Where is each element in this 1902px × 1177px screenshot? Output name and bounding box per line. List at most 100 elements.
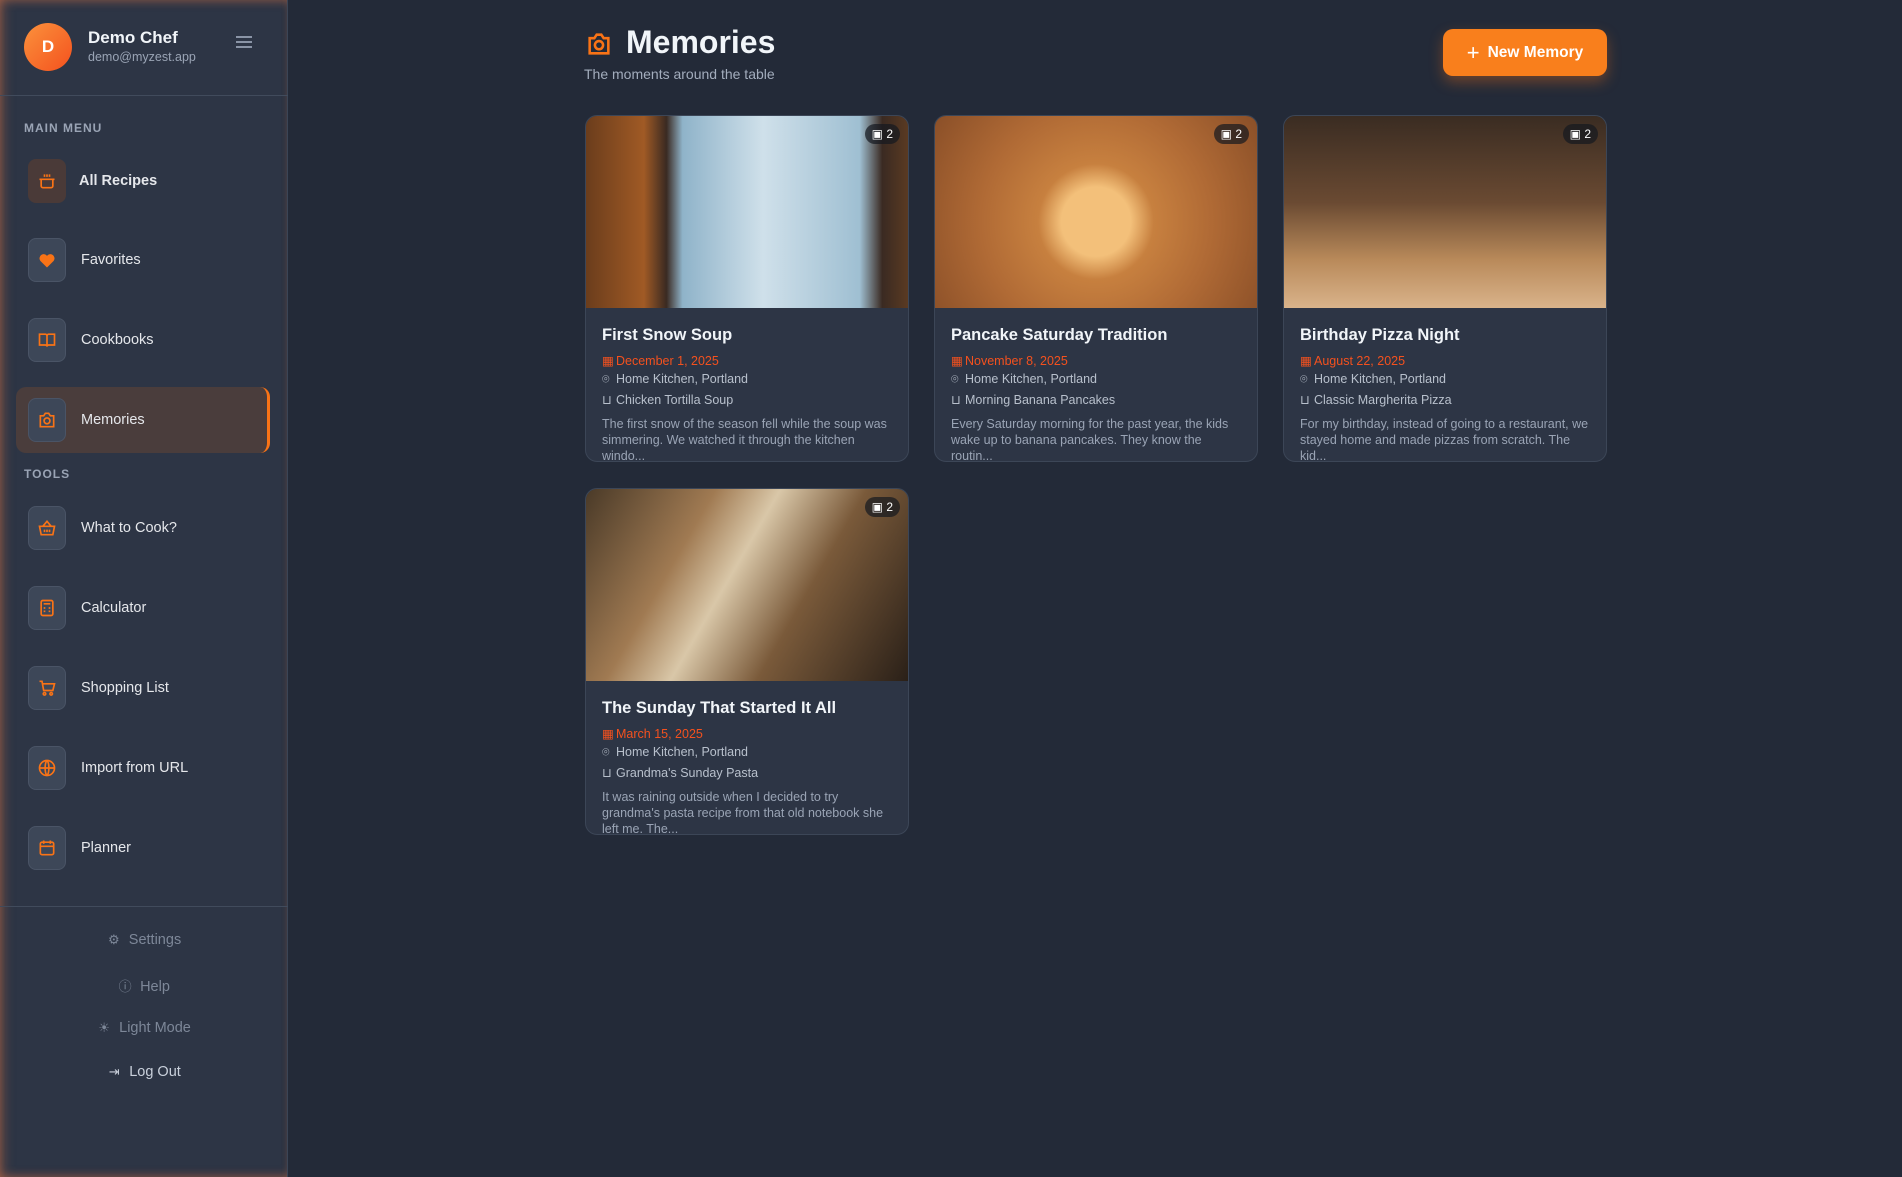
divider: [0, 95, 288, 96]
memory-card[interactable]: ▣ 2 Pancake Saturday Tradition ▦November…: [934, 115, 1258, 462]
calculator-icon: [28, 586, 66, 630]
photo-count-badge: ▣ 2: [1563, 124, 1598, 144]
new-memory-label: New Memory: [1488, 44, 1584, 62]
pot-icon: ⊔: [602, 765, 616, 780]
memory-location: Home Kitchen, Portland: [965, 372, 1097, 386]
heart-icon: [28, 238, 66, 282]
sidebar-item-cookbooks[interactable]: Cookbooks: [16, 307, 270, 373]
settings-label: Settings: [129, 932, 181, 948]
calendar-icon: ▦: [951, 353, 965, 368]
location-pin-icon: ⌾: [1300, 372, 1314, 387]
cart-icon: [28, 666, 66, 710]
user-name: Demo Chef: [88, 28, 178, 48]
images-icon: ▣: [1221, 127, 1232, 141]
camera-icon: [28, 398, 66, 442]
memory-recipe[interactable]: Chicken Tortilla Soup: [616, 393, 733, 407]
memory-recipe[interactable]: Morning Banana Pancakes: [965, 393, 1115, 407]
sidebar-item-label: What to Cook?: [81, 520, 177, 536]
images-icon: ▣: [872, 127, 883, 141]
images-icon: ▣: [872, 500, 883, 514]
sidebar-item-all-recipes[interactable]: All Recipes: [16, 148, 270, 214]
light-mode-toggle[interactable]: ☀ Light Mode: [0, 1020, 288, 1036]
memory-recipe[interactable]: Grandma's Sunday Pasta: [616, 766, 758, 780]
help-link[interactable]: ⓘHelp: [0, 976, 288, 995]
plus-icon: +: [1467, 40, 1480, 66]
sidebar-item-label: Favorites: [81, 252, 141, 268]
calendar-icon: ▦: [602, 726, 616, 741]
sun-icon: ☀: [97, 1020, 111, 1036]
memory-excerpt: Every Saturday morning for the past year…: [951, 416, 1243, 462]
page-subtitle: The moments around the table: [584, 66, 775, 82]
sidebar-item-planner[interactable]: Planner: [16, 815, 270, 881]
memory-photo[interactable]: ▣ 2: [935, 116, 1257, 308]
sidebar-item-label: Import from URL: [81, 760, 188, 776]
memory-excerpt: It was raining outside when I decided to…: [602, 789, 894, 835]
memory-title: First Snow Soup: [602, 326, 732, 345]
location-pin-icon: ⌾: [602, 372, 616, 387]
memory-location: Home Kitchen, Portland: [616, 372, 748, 386]
memory-photo[interactable]: ▣ 2: [586, 116, 908, 308]
gear-icon: ⚙: [107, 932, 121, 948]
new-memory-button[interactable]: + New Memory: [1443, 29, 1607, 76]
pot-icon: [28, 159, 66, 203]
memory-title: Birthday Pizza Night: [1300, 326, 1460, 345]
main-menu-label: MAIN MENU: [24, 121, 102, 135]
pot-icon: ⊔: [1300, 392, 1314, 407]
sidebar-item-label: Shopping List: [81, 680, 169, 696]
avatar[interactable]: D: [24, 23, 72, 71]
user-email: demo@myzest.app: [88, 50, 196, 64]
photo-count: 2: [1235, 127, 1242, 141]
location-pin-icon: ⌾: [951, 372, 965, 387]
sidebar: D Demo Chef demo@myzest.app MAIN MENU Al…: [0, 0, 288, 1177]
photo-count-badge: ▣ 2: [865, 497, 900, 517]
memory-card[interactable]: ▣ 2 The Sunday That Started It All ▦Marc…: [585, 488, 909, 835]
sidebar-item-shopping-list[interactable]: Shopping List: [16, 655, 270, 721]
book-icon: [28, 318, 66, 362]
sidebar-item-favorites[interactable]: Favorites: [16, 227, 270, 293]
memory-recipe[interactable]: Classic Margherita Pizza: [1314, 393, 1452, 407]
basket-icon: [28, 506, 66, 550]
photo-count: 2: [886, 127, 893, 141]
memory-excerpt: For my birthday, instead of going to a r…: [1300, 416, 1592, 462]
page-title: Memories: [626, 24, 775, 61]
sidebar-item-label: All Recipes: [79, 173, 157, 189]
sidebar-item-label: Cookbooks: [81, 332, 154, 348]
calendar-icon: ▦: [1300, 353, 1314, 368]
photo-count-badge: ▣ 2: [1214, 124, 1249, 144]
memory-excerpt: The first snow of the season fell while …: [602, 416, 894, 462]
globe-icon: [28, 746, 66, 790]
divider: [0, 906, 288, 907]
light-mode-label: Light Mode: [119, 1020, 191, 1036]
hamburger-menu-icon[interactable]: [236, 36, 252, 48]
memory-date: August 22, 2025: [1314, 354, 1405, 368]
images-icon: ▣: [1570, 127, 1581, 141]
sidebar-item-label: Planner: [81, 840, 131, 856]
memory-title: Pancake Saturday Tradition: [951, 326, 1167, 345]
pot-icon: ⊔: [951, 392, 965, 407]
memory-title: The Sunday That Started It All: [602, 699, 836, 718]
memory-card[interactable]: ▣ 2 First Snow Soup ▦December 1, 2025 ⌾H…: [585, 115, 909, 462]
memory-photo[interactable]: ▣ 2: [1284, 116, 1606, 308]
sidebar-item-label: Calculator: [81, 600, 146, 616]
memory-location: Home Kitchen, Portland: [1314, 372, 1446, 386]
logout-label: Log Out: [129, 1064, 181, 1080]
memory-photo[interactable]: ▣ 2: [586, 489, 908, 681]
settings-link[interactable]: ⚙ Settings: [0, 932, 288, 948]
sidebar-item-import-from-url[interactable]: Import from URL: [16, 735, 270, 801]
pot-icon: ⊔: [602, 392, 616, 407]
photo-count: 2: [886, 500, 893, 514]
location-pin-icon: ⌾: [602, 745, 616, 760]
tools-label: TOOLS: [24, 467, 70, 481]
memory-date: March 15, 2025: [616, 727, 703, 741]
sidebar-item-what-to-cook[interactable]: What to Cook?: [16, 495, 270, 561]
calendar-icon: ▦: [602, 353, 616, 368]
camera-icon: [585, 30, 613, 63]
logout-link[interactable]: ⇥Log Out: [0, 1064, 288, 1080]
sidebar-item-calculator[interactable]: Calculator: [16, 575, 270, 641]
memory-date: December 1, 2025: [616, 354, 719, 368]
sidebar-item-label: Memories: [81, 412, 145, 428]
photo-count-badge: ▣ 2: [865, 124, 900, 144]
memory-location: Home Kitchen, Portland: [616, 745, 748, 759]
sidebar-item-memories[interactable]: Memories: [16, 387, 270, 453]
memory-card[interactable]: ▣ 2 Birthday Pizza Night ▦August 22, 202…: [1283, 115, 1607, 462]
